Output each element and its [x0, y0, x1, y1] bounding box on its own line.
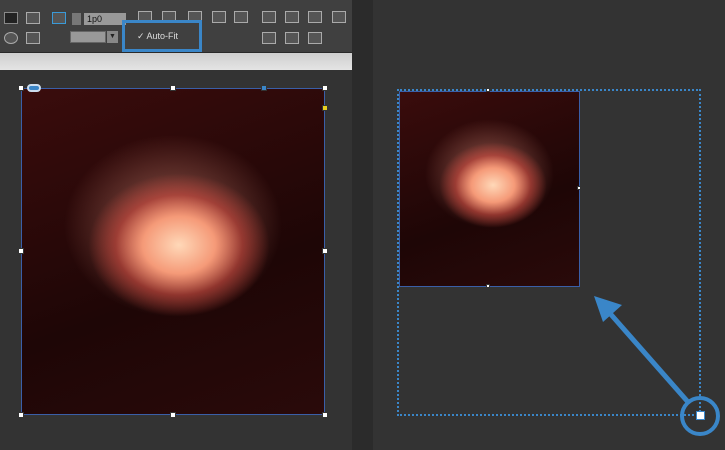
corner-drag-handle[interactable]: [696, 411, 705, 420]
drag-arrow-icon: [594, 296, 690, 404]
